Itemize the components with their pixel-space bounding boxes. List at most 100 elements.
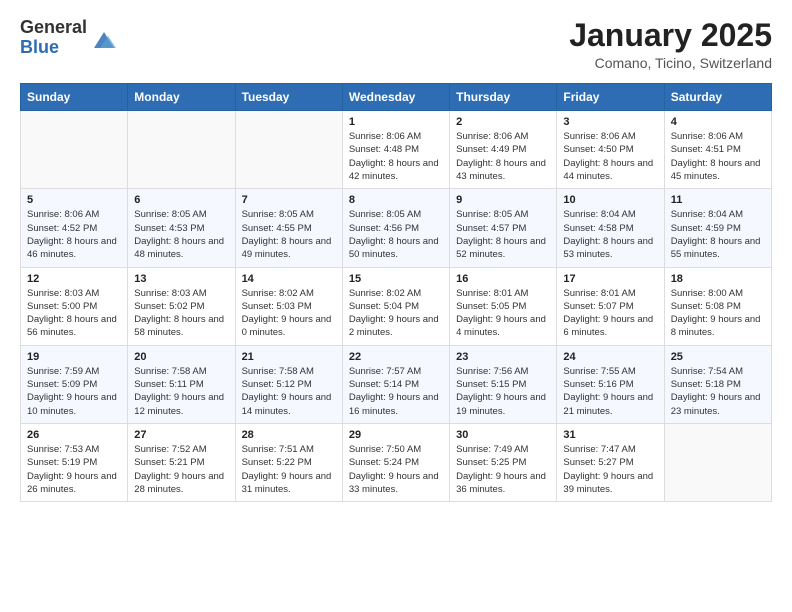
weekday-header-wednesday: Wednesday (342, 84, 449, 111)
day-info: Sunrise: 8:05 AMSunset: 4:55 PMDaylight:… (242, 208, 336, 261)
day-number: 23 (456, 351, 550, 363)
logo: General Blue (20, 18, 118, 58)
day-info: Sunrise: 8:03 AMSunset: 5:02 PMDaylight:… (134, 287, 228, 340)
day-info: Sunrise: 7:58 AMSunset: 5:11 PMDaylight:… (134, 365, 228, 418)
day-number: 29 (349, 429, 443, 441)
calendar-cell (21, 111, 128, 189)
calendar-cell: 7 Sunrise: 8:05 AMSunset: 4:55 PMDaylight… (235, 189, 342, 267)
calendar-cell: 6Sunrise: 8:05 AMSunset: 4:53 PMDaylight… (128, 189, 235, 267)
week-row-5: 26Sunrise: 7:53 AMSunset: 5:19 PMDayligh… (21, 423, 772, 501)
day-number: 27 (134, 429, 228, 441)
calendar-cell: 19 Sunrise: 7:59 AMSunset: 5:09 PMDayligh… (21, 345, 128, 423)
day-info: Sunrise: 7:50 AMSunset: 5:24 PMDaylight:… (349, 443, 443, 496)
logo-general: General (20, 17, 87, 37)
calendar-cell: 5 Sunrise: 8:06 AMSunset: 4:52 PMDaylight… (21, 189, 128, 267)
day-info: Sunrise: 8:03 AMSunset: 5:00 PMDaylight:… (27, 287, 121, 340)
calendar-cell: 31Sunrise: 7:47 AMSunset: 5:27 PMDayligh… (557, 423, 664, 501)
day-info: Sunrise: 8:06 AMSunset: 4:52 PMDaylight:… (27, 208, 121, 261)
day-number: 16 (456, 273, 550, 285)
day-info: Sunrise: 7:49 AMSunset: 5:25 PMDaylight:… (456, 443, 550, 496)
day-info: Sunrise: 7:57 AMSunset: 5:14 PMDaylight:… (349, 365, 443, 418)
day-number: 25 (671, 351, 765, 363)
day-info: Sunrise: 7:47 AMSunset: 5:27 PMDaylight:… (563, 443, 657, 496)
calendar-cell: 15 Sunrise: 8:02 AMSunset: 5:04 PMDayligh… (342, 267, 449, 345)
calendar-cell (235, 111, 342, 189)
day-number: 9 (456, 194, 550, 206)
week-row-2: 5 Sunrise: 8:06 AMSunset: 4:52 PMDaylight… (21, 189, 772, 267)
calendar-cell: 17 Sunrise: 8:01 AMSunset: 5:07 PMDayligh… (557, 267, 664, 345)
day-info: Sunrise: 7:51 AMSunset: 5:22 PMDaylight:… (242, 443, 336, 496)
calendar-cell: 12 Sunrise: 8:03 AMSunset: 5:00 PMDayligh… (21, 267, 128, 345)
calendar-cell: 13 Sunrise: 8:03 AMSunset: 5:02 PMDayligh… (128, 267, 235, 345)
calendar-cell: 16Sunrise: 8:01 AMSunset: 5:05 PMDayligh… (450, 267, 557, 345)
weekday-header-tuesday: Tuesday (235, 84, 342, 111)
day-number: 17 (563, 273, 657, 285)
header: General Blue January 2025 Comano, Ticino… (20, 18, 772, 71)
day-info: Sunrise: 7:58 AMSunset: 5:12 PMDaylight:… (242, 365, 336, 418)
day-info: Sunrise: 8:05 AMSunset: 4:56 PMDaylight:… (349, 208, 443, 261)
calendar: SundayMondayTuesdayWednesdayThursdayFrid… (20, 83, 772, 502)
calendar-cell: 28 Sunrise: 7:51 AMSunset: 5:22 PMDayligh… (235, 423, 342, 501)
day-number: 18 (671, 273, 765, 285)
day-info: Sunrise: 7:59 AMSunset: 5:09 PMDaylight:… (27, 365, 121, 418)
calendar-cell: 3Sunrise: 8:06 AMSunset: 4:50 PMDaylight… (557, 111, 664, 189)
day-info: Sunrise: 8:06 AMSunset: 4:51 PMDaylight:… (671, 130, 765, 183)
day-number: 24 (563, 351, 657, 363)
day-info: Sunrise: 7:55 AMSunset: 5:16 PMDaylight:… (563, 365, 657, 418)
day-number: 7 (242, 194, 336, 206)
calendar-cell: 9 Sunrise: 8:05 AMSunset: 4:57 PMDaylight… (450, 189, 557, 267)
day-info: Sunrise: 8:06 AMSunset: 4:50 PMDaylight:… (563, 130, 657, 183)
calendar-cell: 2 Sunrise: 8:06 AMSunset: 4:49 PMDaylight… (450, 111, 557, 189)
day-number: 2 (456, 116, 550, 128)
day-number: 13 (134, 273, 228, 285)
calendar-cell: 27 Sunrise: 7:52 AMSunset: 5:21 PMDayligh… (128, 423, 235, 501)
day-number: 5 (27, 194, 121, 206)
calendar-cell: 25Sunrise: 7:54 AMSunset: 5:18 PMDayligh… (664, 345, 771, 423)
day-info: Sunrise: 8:05 AMSunset: 4:57 PMDaylight:… (456, 208, 550, 261)
day-info: Sunrise: 8:02 AMSunset: 5:04 PMDaylight:… (349, 287, 443, 340)
calendar-cell: 21Sunrise: 7:58 AMSunset: 5:12 PMDayligh… (235, 345, 342, 423)
calendar-cell: 8Sunrise: 8:05 AMSunset: 4:56 PMDaylight… (342, 189, 449, 267)
week-row-1: 1Sunrise: 8:06 AMSunset: 4:48 PMDaylight… (21, 111, 772, 189)
day-info: Sunrise: 8:01 AMSunset: 5:07 PMDaylight:… (563, 287, 657, 340)
weekday-header-row: SundayMondayTuesdayWednesdayThursdayFrid… (21, 84, 772, 111)
day-number: 15 (349, 273, 443, 285)
day-info: Sunrise: 8:06 AMSunset: 4:49 PMDaylight:… (456, 130, 550, 183)
day-info: Sunrise: 8:00 AMSunset: 5:08 PMDaylight:… (671, 287, 765, 340)
day-number: 28 (242, 429, 336, 441)
day-number: 22 (349, 351, 443, 363)
calendar-cell: 23 Sunrise: 7:56 AMSunset: 5:15 PMDayligh… (450, 345, 557, 423)
day-number: 6 (134, 194, 228, 206)
calendar-cell: 30 Sunrise: 7:49 AMSunset: 5:25 PMDayligh… (450, 423, 557, 501)
week-row-3: 12 Sunrise: 8:03 AMSunset: 5:00 PMDayligh… (21, 267, 772, 345)
calendar-cell: 20Sunrise: 7:58 AMSunset: 5:11 PMDayligh… (128, 345, 235, 423)
day-info: Sunrise: 8:04 AMSunset: 4:58 PMDaylight:… (563, 208, 657, 261)
day-number: 12 (27, 273, 121, 285)
calendar-cell: 4Sunrise: 8:06 AMSunset: 4:51 PMDaylight… (664, 111, 771, 189)
weekday-header-saturday: Saturday (664, 84, 771, 111)
calendar-cell: 24 Sunrise: 7:55 AMSunset: 5:16 PMDayligh… (557, 345, 664, 423)
day-info: Sunrise: 7:56 AMSunset: 5:15 PMDaylight:… (456, 365, 550, 418)
calendar-cell: 10Sunrise: 8:04 AMSunset: 4:58 PMDayligh… (557, 189, 664, 267)
month-title: January 2025 (569, 18, 772, 53)
weekday-header-thursday: Thursday (450, 84, 557, 111)
logo-text: General Blue (20, 18, 87, 58)
day-info: Sunrise: 8:04 AMSunset: 4:59 PMDaylight:… (671, 208, 765, 261)
day-info: Sunrise: 7:52 AMSunset: 5:21 PMDaylight:… (134, 443, 228, 496)
calendar-cell (128, 111, 235, 189)
weekday-header-monday: Monday (128, 84, 235, 111)
day-number: 1 (349, 116, 443, 128)
calendar-cell: 29 Sunrise: 7:50 AMSunset: 5:24 PMDayligh… (342, 423, 449, 501)
calendar-cell: 22 Sunrise: 7:57 AMSunset: 5:14 PMDayligh… (342, 345, 449, 423)
day-number: 30 (456, 429, 550, 441)
calendar-cell: 1Sunrise: 8:06 AMSunset: 4:48 PMDaylight… (342, 111, 449, 189)
weekday-header-friday: Friday (557, 84, 664, 111)
calendar-cell: 14Sunrise: 8:02 AMSunset: 5:03 PMDayligh… (235, 267, 342, 345)
day-number: 26 (27, 429, 121, 441)
calendar-cell: 11Sunrise: 8:04 AMSunset: 4:59 PMDayligh… (664, 189, 771, 267)
location: Comano, Ticino, Switzerland (569, 55, 772, 71)
week-row-4: 19 Sunrise: 7:59 AMSunset: 5:09 PMDayligh… (21, 345, 772, 423)
calendar-cell (664, 423, 771, 501)
day-number: 19 (27, 351, 121, 363)
day-info: Sunrise: 8:02 AMSunset: 5:03 PMDaylight:… (242, 287, 336, 340)
